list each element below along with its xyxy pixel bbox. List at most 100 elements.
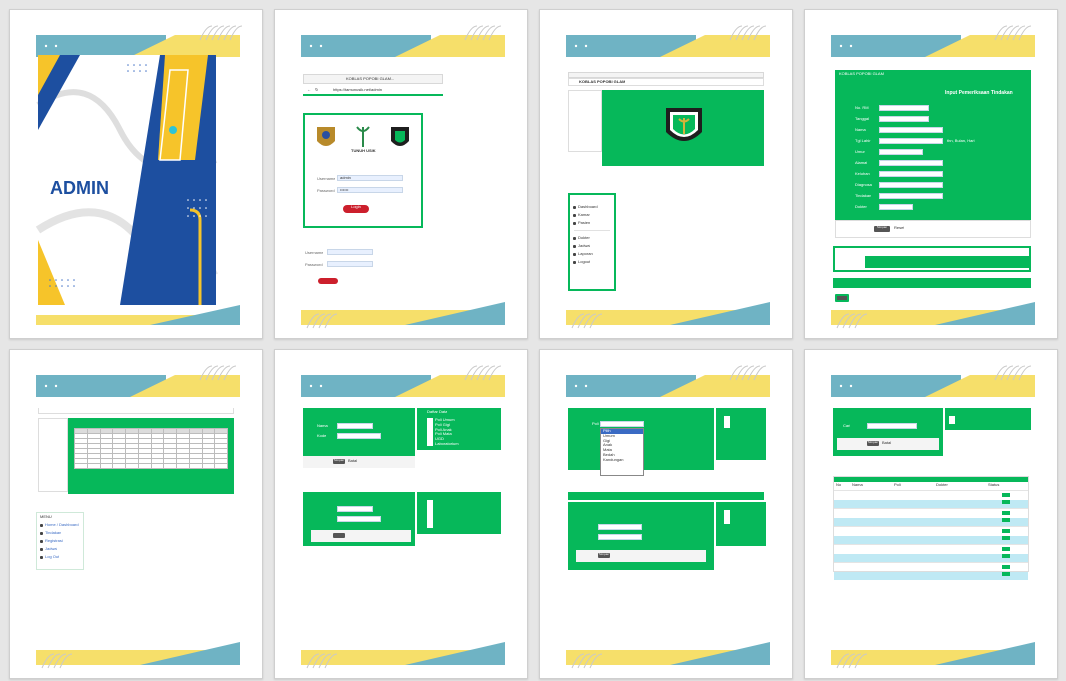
list-checkbox-col[interactable] xyxy=(427,500,433,528)
field-select[interactable] xyxy=(879,149,923,155)
field-input[interactable] xyxy=(879,127,943,133)
field-input[interactable] xyxy=(598,534,642,540)
field-input[interactable] xyxy=(598,524,642,530)
field-label: Diagnosa xyxy=(855,183,872,187)
page-form-panels[interactable]: Nama Kode Simpan Batal Daftar Data Poli … xyxy=(274,349,528,679)
field-input[interactable] xyxy=(879,171,943,177)
list-checkbox-col[interactable] xyxy=(427,418,433,446)
field-select[interactable] xyxy=(879,204,913,210)
small-action-button[interactable] xyxy=(835,294,849,302)
field-input[interactable] xyxy=(337,516,381,522)
sidebar-item[interactable]: Dokter xyxy=(570,234,614,242)
field-input[interactable] xyxy=(337,423,373,429)
save-button[interactable] xyxy=(333,533,345,538)
table-row[interactable] xyxy=(834,562,1028,570)
address-bar[interactable]: ← ↻ https://tamunusik.net/admin xyxy=(303,86,443,96)
sidebar-item[interactable]: Logout xyxy=(570,258,614,266)
save-button[interactable]: Simpan xyxy=(874,226,890,232)
page-table[interactable]: Cari Simpan Batal No Nama Poli Dokter St… xyxy=(804,349,1058,679)
sidebar-item[interactable]: Registrasi xyxy=(37,538,83,546)
save-button[interactable]: Simpan xyxy=(333,459,345,464)
sidebar-item[interactable]: Kamar xyxy=(570,211,614,219)
field-label: Alamat xyxy=(855,161,868,165)
field-label: Tgl Lahir xyxy=(855,139,871,143)
page-cover[interactable]: ADMIN xyxy=(9,9,263,339)
sidebar-item[interactable]: Jadwal xyxy=(37,546,83,554)
browser-tab-title[interactable]: KOBLAS POPOBI GLAM... xyxy=(346,77,406,82)
poli-select[interactable] xyxy=(600,421,644,427)
username-label-2: Username xyxy=(305,251,324,255)
sidebar-item[interactable]: Home / Dashboard xyxy=(37,522,83,530)
table-body xyxy=(834,490,1028,580)
username-input-2[interactable] xyxy=(327,249,373,255)
report-table xyxy=(74,428,228,469)
table-row[interactable] xyxy=(834,572,1028,580)
table-row[interactable] xyxy=(834,544,1028,552)
reset-button[interactable]: Reset xyxy=(894,226,904,231)
field-label: Tindakan xyxy=(855,194,872,198)
field-input[interactable] xyxy=(337,433,381,439)
list-checkbox-col[interactable] xyxy=(724,416,730,428)
sidebar-item[interactable]: Laporan xyxy=(570,250,614,258)
sidebar-item[interactable]: Pasien xyxy=(570,219,614,227)
umur-suffix: thn, Bulan, Hari xyxy=(947,139,975,143)
form-left-panel-2 xyxy=(303,492,415,546)
password-input-2[interactable] xyxy=(327,261,373,267)
table-row[interactable] xyxy=(834,536,1028,544)
data-table: No Nama Poli Dokter Status xyxy=(833,476,1029,580)
cancel-button[interactable]: Batal xyxy=(882,441,891,446)
table-row[interactable] xyxy=(834,554,1028,562)
checkbox[interactable] xyxy=(949,416,955,424)
sidebar-item[interactable]: Dashboard xyxy=(570,203,614,211)
document-grid: ADMIN KOBLAS POPOBI GLAM... ← ↻ https://… xyxy=(0,0,1066,681)
table-row[interactable] xyxy=(834,490,1028,498)
report-panel xyxy=(68,418,234,494)
page-login[interactable]: KOBLAS POPOBI GLAM... ← ↻ https://tamunu… xyxy=(274,9,528,339)
sidebar-item[interactable]: Log Out xyxy=(37,554,83,562)
sidebar-title: MENU xyxy=(40,514,52,519)
page-input-form[interactable]: KOBLAS POPOBI GLAM Input Pemeriksaan Tin… xyxy=(804,9,1058,339)
page-dropdown[interactable]: Poli Pilih Umum Gigi Anak Mata Bedah Kan… xyxy=(539,349,793,679)
url-text[interactable]: https://tamunusik.net/admin xyxy=(333,88,433,93)
field-input[interactable] xyxy=(879,105,929,111)
dropdown-right-panel-2 xyxy=(716,502,766,546)
username-input[interactable]: admin xyxy=(337,175,403,181)
field-input[interactable] xyxy=(337,506,373,512)
sidebar-item[interactable]: Jadwal xyxy=(570,242,614,250)
login-card: TUNUH USIK Username admin Password •••••… xyxy=(303,113,423,228)
sidebar-item[interactable]: Tindakan xyxy=(37,530,83,538)
field-input[interactable] xyxy=(879,138,943,144)
field-input[interactable] xyxy=(879,160,943,166)
page-report[interactable]: MENU Home / Dashboard Tindakan Registras… xyxy=(9,349,263,679)
table-row[interactable] xyxy=(834,526,1028,534)
login-button[interactable]: Login xyxy=(343,205,369,213)
field-label: Cari xyxy=(843,424,851,428)
subpanel-2-bar xyxy=(833,278,1031,288)
field-label: Kode xyxy=(317,434,327,438)
login-button-2[interactable] xyxy=(318,278,338,284)
cancel-button[interactable]: Batal xyxy=(348,459,357,464)
back-icon[interactable]: ← xyxy=(307,88,311,93)
field-input[interactable] xyxy=(879,182,943,188)
field-input[interactable] xyxy=(879,193,943,199)
list-items: Poli Umum Poli Gigi Poli Anak Poli Mata … xyxy=(435,418,459,446)
reload-icon[interactable]: ↻ xyxy=(315,88,318,93)
page-admin-home[interactable]: KOBLAS POPOBI GLAM Dashboard Kamar Pasie… xyxy=(539,9,793,339)
table-row[interactable] xyxy=(834,500,1028,508)
table-row[interactable] xyxy=(834,508,1028,516)
save-button[interactable]: Simpan xyxy=(598,553,610,558)
field-label: Poli xyxy=(592,422,599,426)
table-row[interactable] xyxy=(834,518,1028,526)
field-input[interactable] xyxy=(879,116,929,122)
field-label: Dokter xyxy=(855,205,867,209)
dropdown-options[interactable]: Pilih Umum Gigi Anak Mata Bedah Kandunga… xyxy=(600,428,644,476)
admin-main-panel xyxy=(602,90,764,166)
form-actions: Simpan Reset xyxy=(835,220,1031,238)
save-button[interactable]: Simpan xyxy=(867,441,879,446)
search-input[interactable] xyxy=(867,423,917,429)
browser-tab-bar: KOBLAS POPOBI GLAM... xyxy=(303,74,443,84)
admin-sidebar xyxy=(568,90,602,152)
form-header: KOBLAS POPOBI GLAM xyxy=(839,72,884,76)
list-checkbox-col[interactable] xyxy=(724,510,730,524)
password-input[interactable]: •••••• xyxy=(337,187,403,193)
